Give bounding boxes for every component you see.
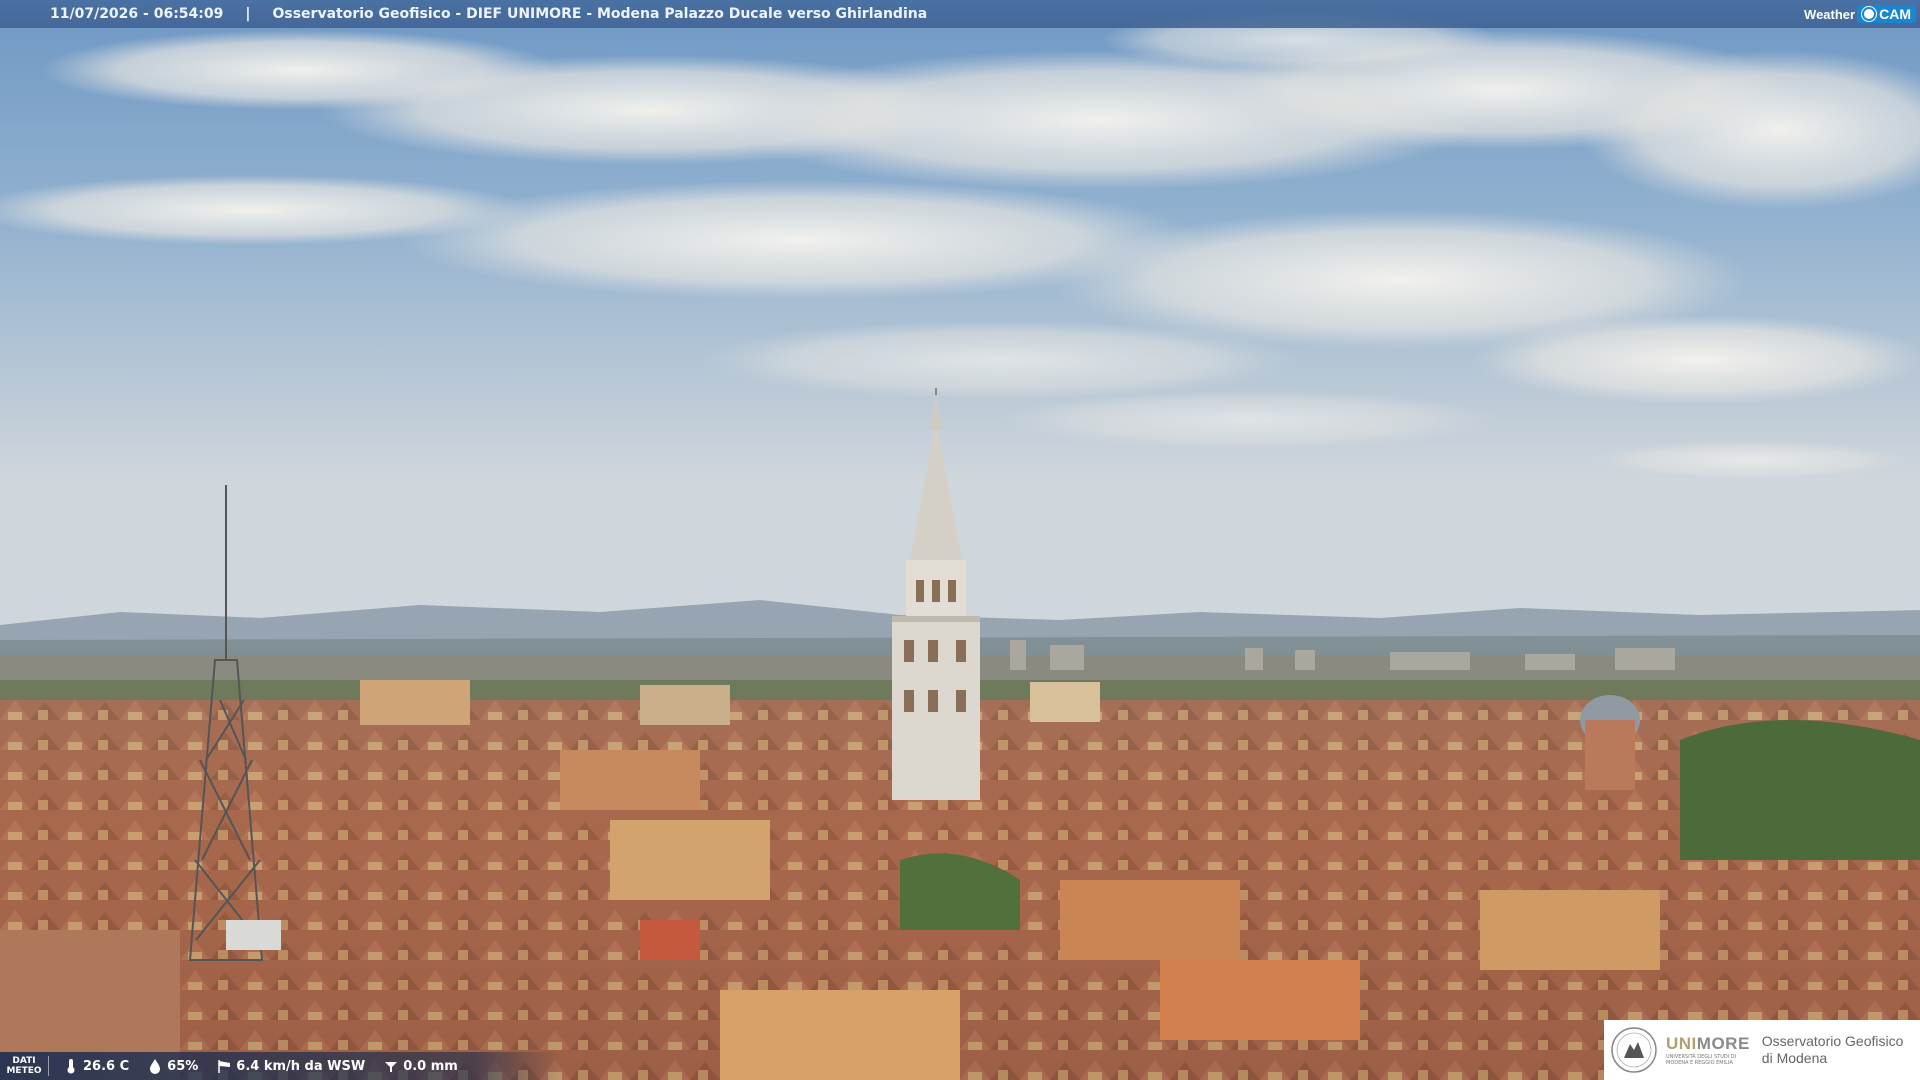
thermometer-icon	[67, 1059, 75, 1074]
university-seal-icon	[1611, 1027, 1657, 1073]
weathercam-logo-cam: CAM	[1857, 5, 1916, 23]
humidity-reading: 65%	[147, 1058, 198, 1074]
wind-reading: 6.4 km/h da WSW	[216, 1058, 365, 1074]
weathercam-logo-cam-label: CAM	[1879, 6, 1911, 22]
camera-lens-icon	[1862, 7, 1877, 21]
weather-data-bar: DATI METEO 26.6 C 65% 6.4 km/h da WSW 0.…	[0, 1052, 560, 1080]
unimore-uni: UNI	[1666, 1034, 1697, 1053]
observatory-line-2: di Modena	[1761, 1050, 1828, 1066]
observatory-line-1: Osservatorio Geofisico	[1761, 1033, 1904, 1049]
weathercam-logo: Weather CAM	[1804, 2, 1916, 26]
unimore-more: MORE	[1696, 1034, 1750, 1053]
weathercam-logo-weather: Weather	[1804, 6, 1856, 22]
webcam-scene	[0, 0, 1920, 1080]
dati-meteo-label: DATI METEO	[0, 1056, 49, 1076]
humidity-value: 65%	[167, 1058, 199, 1074]
antenna-equipment-box	[226, 920, 281, 950]
unimore-subtitle-2: MODENA E REGGIO EMILIA	[1666, 1060, 1733, 1066]
unimore-observatory-logo: UNIMORE UNIVERSITÀ DEGLI STUDI DI MODENA…	[1604, 1020, 1920, 1080]
dati-label: DATI	[12, 1056, 36, 1066]
caption-bar: 11/07/2026 - 06:54:09 | Osservatorio Geo…	[0, 0, 1920, 28]
unimore-wordmark: UNIMORE UNIVERSITÀ DEGLI STUDI DI MODENA…	[1666, 1034, 1750, 1066]
rain-value: 0.0 mm	[403, 1058, 458, 1074]
meteo-label: METEO	[6, 1066, 42, 1076]
temperature-reading: 26.6 C	[63, 1058, 129, 1074]
caption-separator: |	[245, 6, 251, 22]
rain-reading: 0.0 mm	[383, 1058, 458, 1074]
camera-title: Osservatorio Geofisico - DIEF UNIMORE - …	[272, 6, 928, 22]
temperature-value: 26.6 C	[83, 1058, 130, 1074]
wind-sock-icon	[218, 1060, 231, 1073]
timestamp: 11/07/2026 - 06:54:09	[50, 6, 224, 22]
rain-gauge-icon	[385, 1062, 398, 1072]
observatory-name: Osservatorio Geofisico di Modena	[1762, 1033, 1904, 1067]
wind-value: 6.4 km/h da WSW	[236, 1058, 366, 1074]
humidity-drop-icon	[150, 1059, 161, 1074]
